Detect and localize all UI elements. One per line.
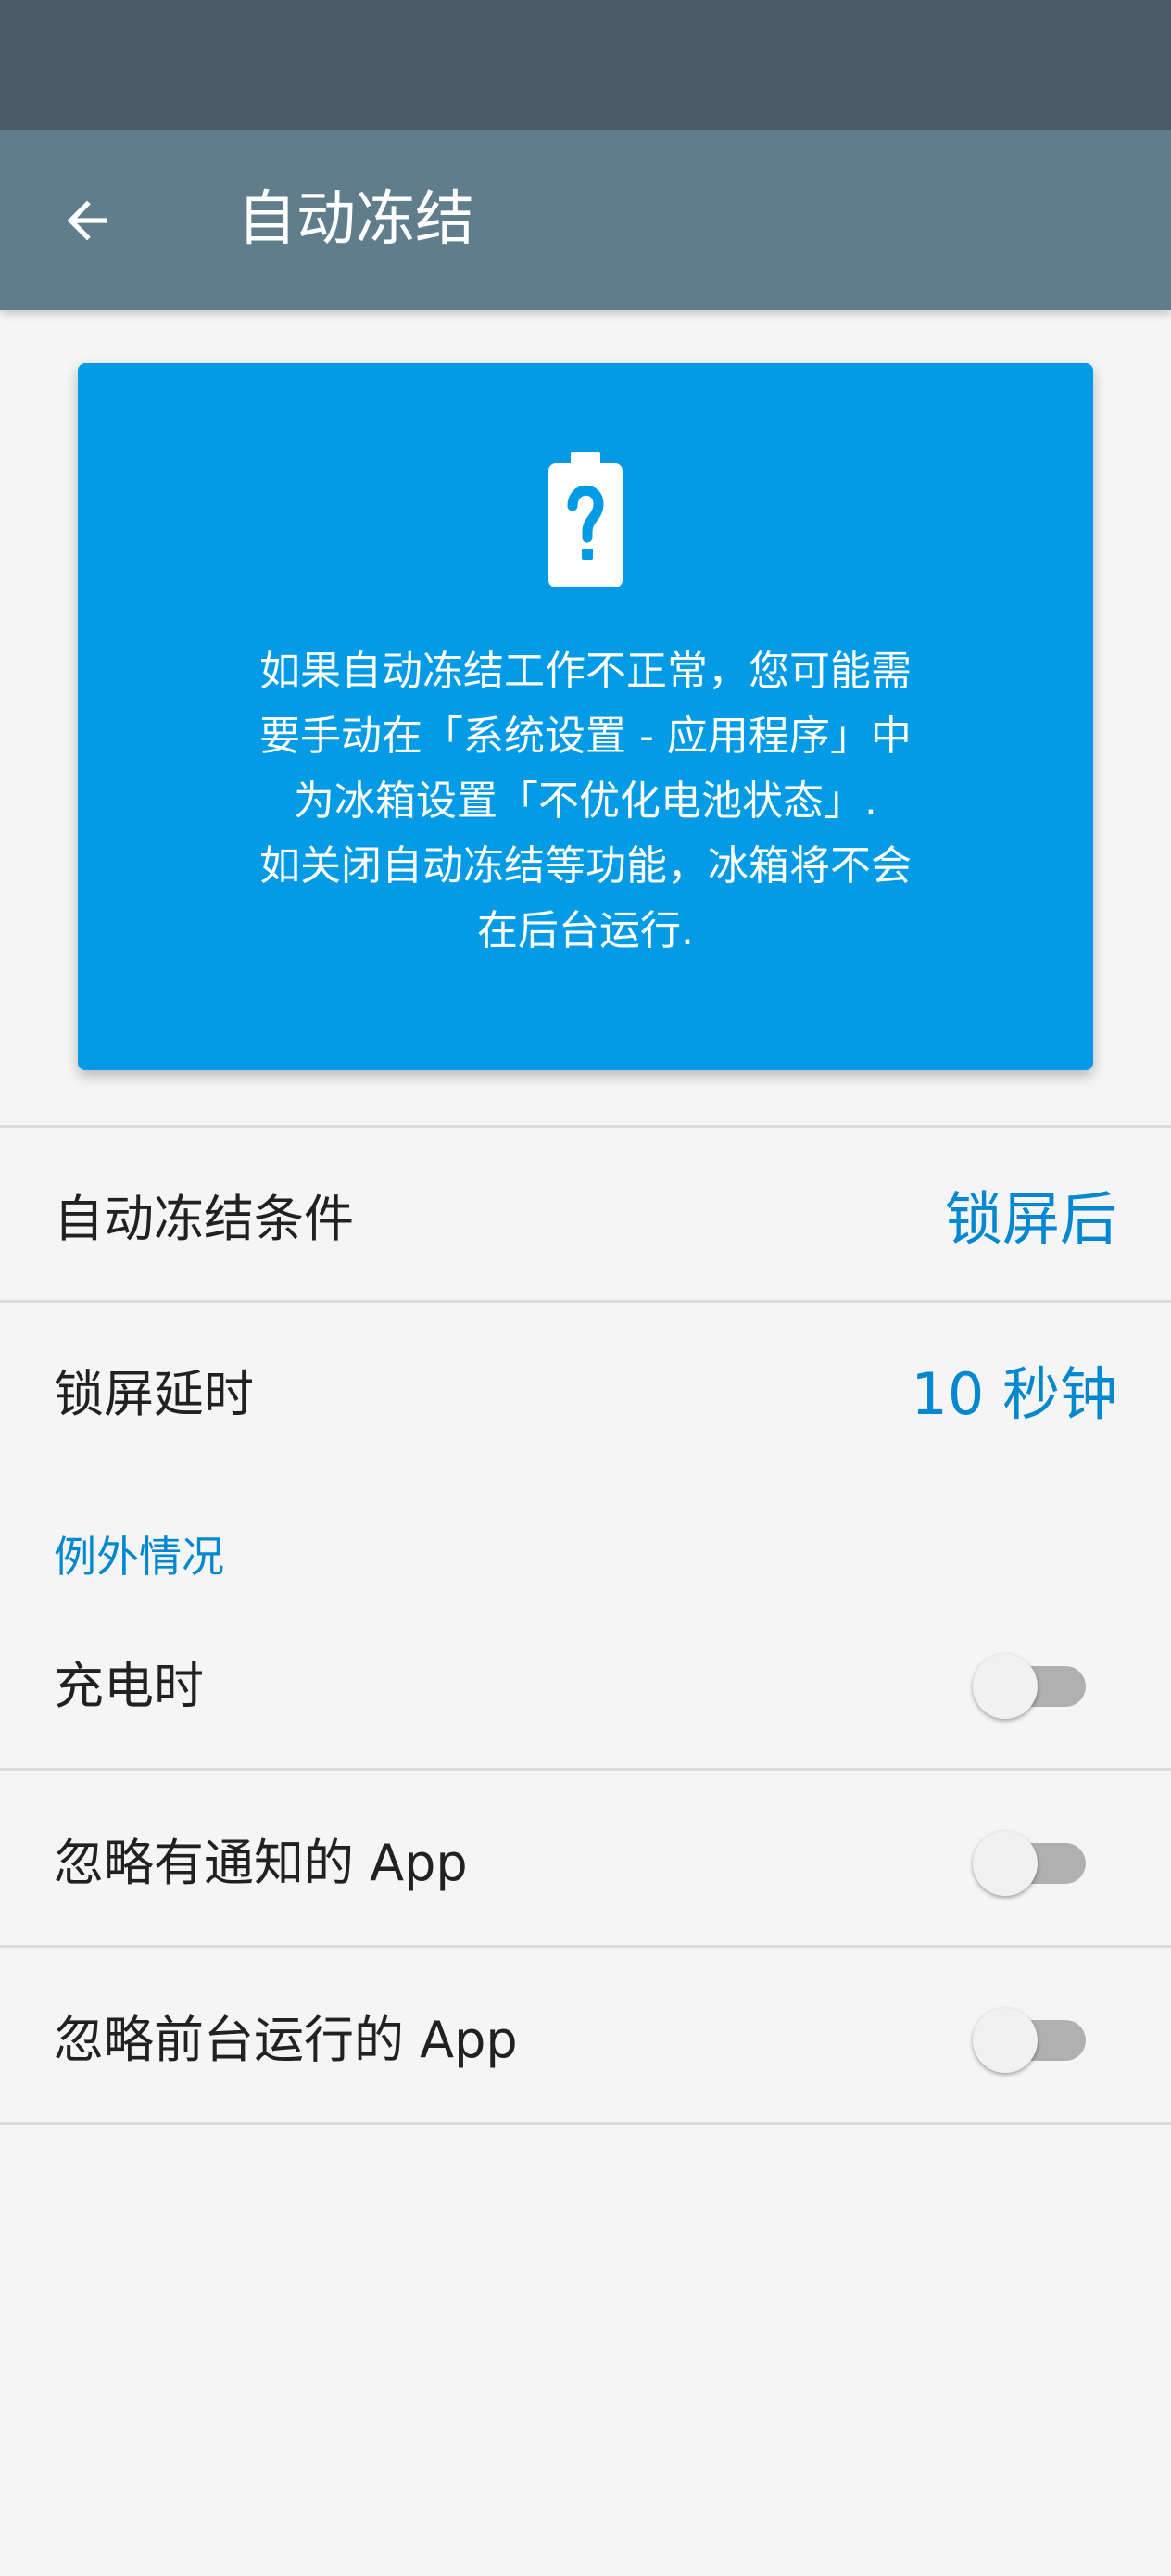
freeze-condition-label: 自动冻结条件 (54, 1189, 354, 1248)
exception-foreground-switch[interactable] (973, 1998, 1086, 2073)
exception-charging-label: 充电时 (54, 1656, 204, 1715)
arrow-left-icon (67, 200, 107, 241)
exception-notification-row[interactable]: 忽略有通知的 App (0, 1771, 1171, 1945)
page-title: 自动冻结 (237, 185, 474, 254)
app-bar: 自动冻结 (0, 130, 1171, 310)
exception-foreground-row[interactable]: 忽略前台运行的 App (0, 1948, 1171, 2122)
switch-thumb (973, 1831, 1038, 1896)
freeze-condition-value: 锁屏后 (944, 1185, 1117, 1253)
exception-foreground-label: 忽略前台运行的 App (54, 2010, 518, 2069)
lock-delay-label: 锁屏延时 (54, 1364, 254, 1423)
switch-thumb (973, 2008, 1038, 2073)
exception-notification-switch[interactable] (973, 1821, 1086, 1896)
switch-thumb (973, 1654, 1038, 1719)
battery-unknown-icon (548, 452, 623, 587)
lock-delay-value: 10 秒钟 (911, 1360, 1117, 1428)
back-button[interactable] (41, 174, 133, 267)
lock-delay-setting[interactable]: 锁屏延时 10 秒钟 (0, 1303, 1171, 1475)
exception-charging-switch[interactable] (973, 1644, 1086, 1719)
exceptions-section-header: 例外情况 (54, 1532, 224, 1582)
battery-info-card: 如果自动冻结工作不正常，您可能需 要手动在「系统设置 - 应用程序」中 为冰箱设… (78, 363, 1093, 1070)
status-bar (0, 0, 1171, 130)
divider (0, 2122, 1171, 2125)
freeze-condition-setting[interactable]: 自动冻结条件 锁屏后 (0, 1128, 1171, 1300)
exception-charging-row[interactable]: 充电时 (0, 1594, 1171, 1768)
battery-info-text: 如果自动冻结工作不正常，您可能需 要手动在「系统设置 - 应用程序」中 为冰箱设… (259, 648, 912, 954)
exception-notification-label: 忽略有通知的 App (54, 1833, 468, 1892)
